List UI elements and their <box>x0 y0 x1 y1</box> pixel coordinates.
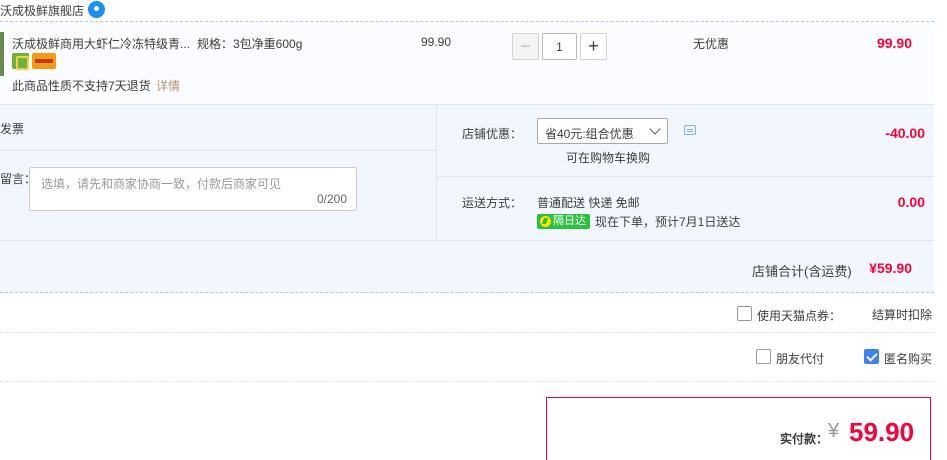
quantity-increase-button[interactable]: + <box>580 33 607 60</box>
invoice-label[interactable]: 发票 <box>0 120 24 137</box>
shipping-fee: 0.00 <box>897 194 925 210</box>
shop-total-bar: 店铺合计(含运费) ¥59.90 <box>0 240 934 293</box>
divider <box>437 176 934 177</box>
shop-promo-selected: 省40元:组合优惠 <box>545 127 634 141</box>
shop-total-value: ¥59.90 <box>869 260 912 276</box>
order-item-row: 沃成极鲜商用大虾仁冷冻特级青... 此商品性质不支持7天退货 详情 规格：3包净… <box>0 22 934 104</box>
shop-promo-note: 可在购物车换购 <box>566 151 651 165</box>
shop-name[interactable]: 沃成极鲜旗舰店 <box>0 2 84 19</box>
shipping-label: 运送方式： <box>462 196 523 210</box>
item-discount: 无优惠 <box>693 37 730 51</box>
nextday-badge-label: 隔日达 <box>553 215 586 227</box>
use-points-checkbox[interactable] <box>737 306 752 321</box>
nextday-delivery-badge: 隔日达 <box>537 214 590 229</box>
friend-pay-label[interactable]: 朋友代付 <box>776 350 824 367</box>
divider <box>0 381 934 382</box>
product-title[interactable]: 沃成极鲜商用大虾仁冷冻特级青... <box>12 35 192 52</box>
divider <box>0 150 436 151</box>
quantity-decrease-button[interactable]: − <box>512 33 539 60</box>
item-subtotal: 99.90 <box>876 35 912 51</box>
lightning-icon <box>540 216 551 227</box>
use-points-label[interactable]: 使用天猫点券： <box>757 307 841 324</box>
product-thumbnail[interactable] <box>0 32 4 76</box>
shop-total-label: 店铺合计(含运费) <box>752 264 852 279</box>
message-char-counter: 0/200 <box>316 192 347 206</box>
return-policy-details-link[interactable]: 详情 <box>156 77 180 94</box>
wangwang-chat-icon[interactable] <box>88 1 105 18</box>
return-policy-note: 此商品性质不支持7天退货 <box>12 79 151 93</box>
product-spec: 规格：3包净重600g <box>197 37 303 51</box>
shop-promo-amount: -40.00 <box>885 125 925 141</box>
quantity-input[interactable] <box>542 33 577 60</box>
payment-summary-box: 实付款： ¥ 59.90 <box>546 397 931 460</box>
points-note: 结算时扣除 <box>872 308 933 322</box>
shop-promo-label: 店铺优惠： <box>462 127 523 141</box>
service-badge-icon <box>12 53 29 70</box>
shipping-method: 普通配送 快递 免邮 <box>537 196 640 210</box>
anonymous-purchase-label[interactable]: 匿名购买 <box>884 350 932 367</box>
card-badge-icon <box>32 53 56 69</box>
divider <box>436 104 437 240</box>
delivery-estimate: 现在下单，预计7月1日送达 <box>595 215 741 229</box>
payment-label: 实付款： <box>780 432 829 446</box>
anonymous-purchase-checkbox[interactable] <box>864 349 879 364</box>
currency-symbol: ¥ <box>828 420 840 442</box>
friend-pay-checkbox[interactable] <box>756 349 771 364</box>
shop-promo-select[interactable]: 省40元:组合优惠 <box>537 118 668 144</box>
divider <box>0 332 934 333</box>
message-textarea[interactable]: 选填，请先和商家协商一致，付款后商家可见 0/200 <box>29 167 357 211</box>
payment-amount: 59.90 <box>849 417 915 447</box>
shop-header: 沃成极鲜旗舰店 <box>0 0 947 22</box>
unit-price: 99.90 <box>421 35 452 49</box>
chevron-down-icon <box>649 123 661 135</box>
message-placeholder: 选填，请先和商家协商一致，付款后商家可见 <box>41 177 282 191</box>
promo-info-chat-icon[interactable] <box>684 125 696 135</box>
